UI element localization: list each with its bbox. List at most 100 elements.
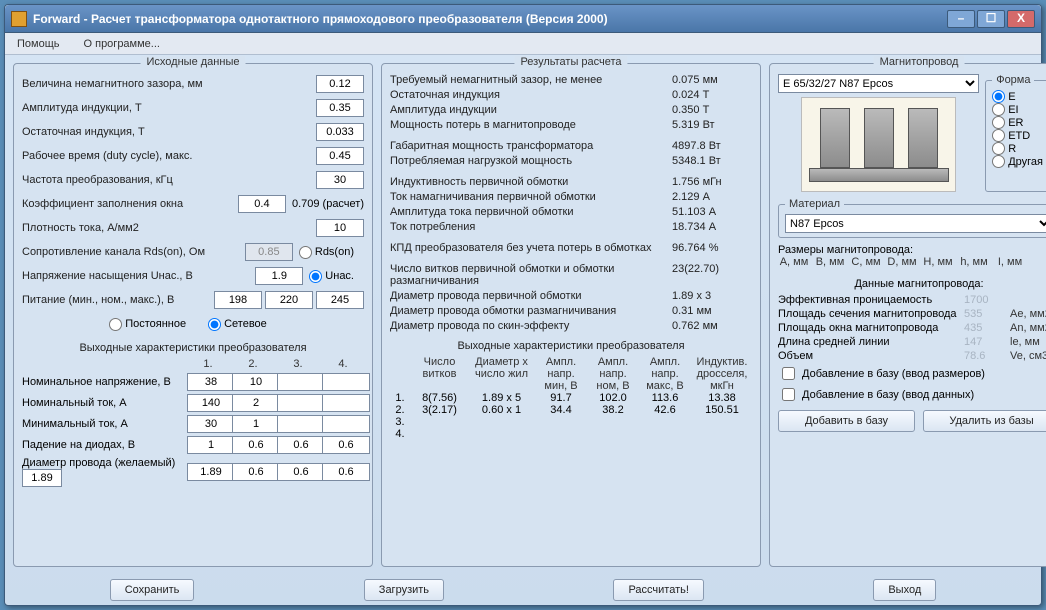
mag-data-title: Данные магнитопровода: bbox=[778, 278, 1046, 290]
rds-input[interactable] bbox=[245, 243, 293, 261]
inom-label: Номинальный ток, А bbox=[22, 397, 184, 409]
kfill-input[interactable] bbox=[238, 195, 286, 213]
vdrop-2[interactable] bbox=[232, 436, 280, 454]
dc-radio[interactable]: Постоянное bbox=[109, 318, 186, 331]
supply-min[interactable] bbox=[214, 291, 262, 309]
titlebar: Forward - Расчет трансформатора однотакт… bbox=[5, 5, 1041, 33]
results-table: Число витков Диаметр x число жил Ампл. н… bbox=[390, 356, 752, 392]
imin-2[interactable] bbox=[232, 415, 280, 433]
window-title: Forward - Расчет трансформатора однотакт… bbox=[33, 12, 945, 26]
imin-4[interactable] bbox=[322, 415, 370, 433]
kfill-label: Коэффициент заполнения окна bbox=[22, 198, 238, 210]
gap-label: Величина немагнитного зазора, мм bbox=[22, 78, 316, 90]
core-select[interactable]: E 65/32/27 N87 Epcos bbox=[778, 74, 979, 93]
vdrop-3[interactable] bbox=[277, 436, 325, 454]
dims-title: Размеры магнитопровода: bbox=[778, 244, 1046, 256]
unom-1[interactable] bbox=[187, 373, 235, 391]
save-button[interactable]: Сохранить bbox=[110, 579, 195, 601]
shape-EI[interactable]: EI bbox=[992, 103, 1043, 116]
table-row: 2.3(2.17)0.60 x 134.438.242.6150.51 bbox=[390, 404, 752, 416]
supply-max[interactable] bbox=[316, 291, 364, 309]
menu-about[interactable]: О программе... bbox=[80, 36, 164, 52]
dwire-main[interactable] bbox=[22, 469, 62, 487]
results-out-header: Выходные характеристики преобразователя bbox=[390, 340, 752, 352]
rds-label: Сопротивление канала Rds(on), Ом bbox=[22, 246, 245, 258]
material-fieldset: Материал N87 Epcos bbox=[778, 198, 1046, 238]
core-image bbox=[801, 97, 956, 192]
freq-label: Частота преобразования, кГц bbox=[22, 174, 316, 186]
vdrop-4[interactable] bbox=[322, 436, 370, 454]
inom-4[interactable] bbox=[322, 394, 370, 412]
jdens-label: Плотность тока, А/мм2 bbox=[22, 222, 316, 234]
chk-add-data[interactable] bbox=[782, 388, 795, 401]
add-db-button[interactable]: Добавить в базу bbox=[778, 410, 915, 432]
bamp-input[interactable] bbox=[316, 99, 364, 117]
panel-input-title: Исходные данные bbox=[141, 56, 246, 68]
duty-label: Рабочее время (duty cycle), макс. bbox=[22, 150, 316, 162]
output-grid: 1. 2. 3. 4. Номинальное напряжение, В Но… bbox=[22, 358, 364, 487]
rds-radio[interactable]: Rds(on) bbox=[299, 246, 354, 259]
unom-2[interactable] bbox=[232, 373, 280, 391]
shape-ER[interactable]: ER bbox=[992, 116, 1043, 129]
jdens-input[interactable] bbox=[316, 219, 364, 237]
unom-label: Номинальное напряжение, В bbox=[22, 376, 184, 388]
bottom-buttons: Сохранить Загрузить Рассчитать! Выход bbox=[5, 575, 1041, 605]
panel-results-title: Результаты расчета bbox=[514, 56, 627, 68]
duty-input[interactable] bbox=[316, 147, 364, 165]
mag-data: Эффективная проницаемость1700 Площадь се… bbox=[778, 294, 1046, 362]
freq-input[interactable] bbox=[316, 171, 364, 189]
panel-core-title: Магнитопровод bbox=[874, 56, 965, 68]
material-select[interactable]: N87 Epcos bbox=[785, 214, 1046, 233]
close-button[interactable]: X bbox=[1007, 10, 1035, 28]
supply-nom[interactable] bbox=[265, 291, 313, 309]
menu-help[interactable]: Помощь bbox=[13, 36, 64, 52]
panel-core: Магнитопровод E 65/32/27 N87 Epcos bbox=[769, 63, 1046, 567]
dwire-3[interactable] bbox=[277, 463, 325, 481]
unom-4[interactable] bbox=[322, 373, 370, 391]
usat-radio[interactable]: Uнас. bbox=[309, 270, 354, 283]
unom-3[interactable] bbox=[277, 373, 325, 391]
inom-2[interactable] bbox=[232, 394, 280, 412]
exit-button[interactable]: Выход bbox=[873, 579, 936, 601]
maximize-button[interactable]: ☐ bbox=[977, 10, 1005, 28]
vdrop-1[interactable] bbox=[187, 436, 235, 454]
gap-input[interactable] bbox=[316, 75, 364, 93]
kfill-calc: 0.709 (расчет) bbox=[292, 198, 364, 210]
shape-Другая[interactable]: Другая bbox=[992, 155, 1043, 168]
content: Исходные данные Величина немагнитного за… bbox=[5, 55, 1041, 575]
minimize-button[interactable]: – bbox=[947, 10, 975, 28]
dwire-1[interactable] bbox=[187, 463, 235, 481]
panel-results: Результаты расчета Требуемый немагнитный… bbox=[381, 63, 761, 567]
usat-label: Напряжение насыщения Uнас., В bbox=[22, 270, 255, 282]
del-db-button[interactable]: Удалить из базы bbox=[923, 410, 1046, 432]
inom-1[interactable] bbox=[187, 394, 235, 412]
shape-ETD[interactable]: ETD bbox=[992, 129, 1043, 142]
calc-button[interactable]: Рассчитать! bbox=[613, 579, 703, 601]
inom-3[interactable] bbox=[277, 394, 325, 412]
chk-add-dims[interactable] bbox=[782, 367, 795, 380]
shape-E[interactable]: E bbox=[992, 90, 1043, 103]
menubar: Помощь О программе... bbox=[5, 33, 1041, 55]
bamp-label: Амплитуда индукции, Т bbox=[22, 102, 316, 114]
output-header: Выходные характеристики преобразователя bbox=[22, 342, 364, 354]
imin-label: Минимальный ток, А bbox=[22, 418, 184, 430]
brem-label: Остаточная индукция, Т bbox=[22, 126, 316, 138]
supply-label: Питание (мин., ном., макс.), В bbox=[22, 294, 214, 306]
vdrop-label: Падение на диодах, В bbox=[22, 439, 184, 451]
table-row: 3. bbox=[390, 416, 752, 428]
table-row: 4. bbox=[390, 428, 752, 440]
dims-labels: A, ммB, ммC, ммD, ммH, ммh, ммI, мм bbox=[778, 256, 1046, 268]
app-window: Forward - Расчет трансформатора однотакт… bbox=[4, 4, 1042, 606]
load-button[interactable]: Загрузить bbox=[364, 579, 444, 601]
table-row: 1.8(7.56)1.89 x 591.7102.0113.613.38 bbox=[390, 392, 752, 404]
shape-fieldset: Форма EEIERETDRДругая bbox=[985, 74, 1046, 192]
imin-1[interactable] bbox=[187, 415, 235, 433]
usat-input[interactable] bbox=[255, 267, 303, 285]
shape-R[interactable]: R bbox=[992, 142, 1043, 155]
dwire-2[interactable] bbox=[232, 463, 280, 481]
imin-3[interactable] bbox=[277, 415, 325, 433]
dwire-4[interactable] bbox=[322, 463, 370, 481]
brem-input[interactable] bbox=[316, 123, 364, 141]
app-icon bbox=[11, 11, 27, 27]
ac-radio[interactable]: Сетевое bbox=[208, 318, 267, 331]
